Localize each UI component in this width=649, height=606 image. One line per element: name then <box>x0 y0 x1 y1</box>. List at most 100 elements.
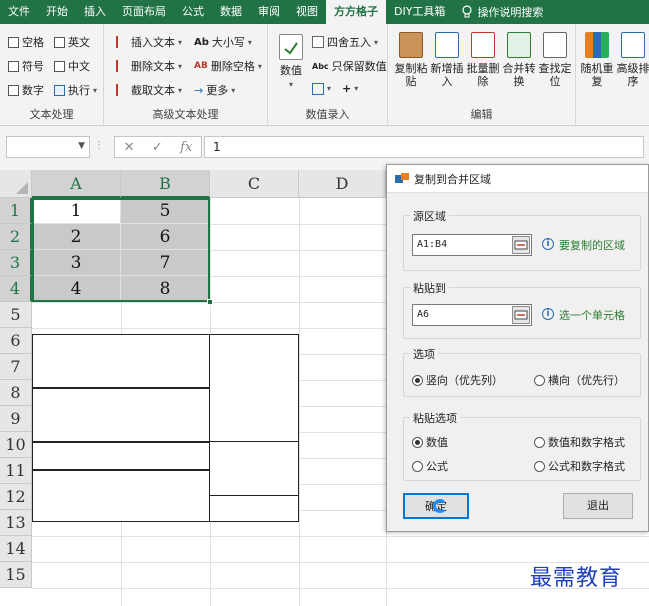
range-select-icon <box>514 310 528 320</box>
row-header-10[interactable]: 10 <box>0 432 32 458</box>
checkbox-icon <box>8 36 19 48</box>
merged-cell-a6-b7[interactable] <box>32 334 210 388</box>
column-header-c[interactable]: C <box>210 170 299 198</box>
chevron-down-icon: ▾ <box>93 85 98 95</box>
row-header-3[interactable]: 3 <box>0 250 32 276</box>
menu-formulas[interactable]: 公式 <box>174 0 212 24</box>
check-space[interactable]: 空格 <box>8 34 44 50</box>
menu-page-layout[interactable]: 页面布局 <box>114 0 174 24</box>
paste-options-legend: 粘贴选项 <box>410 410 460 426</box>
paste-to-hint: 选一个单元格 <box>559 309 625 322</box>
extract-text-button[interactable]: 截取文本 ▾ <box>116 82 182 98</box>
delete-space-button[interactable]: AB 删除空格 ▾ <box>194 58 262 74</box>
merged-cell-c6-c9[interactable] <box>209 334 299 442</box>
source-range-group: 源区域 A1:B4 i 要复制的区域 <box>403 208 641 271</box>
checkbox-icon <box>54 60 65 72</box>
delete-space-icon: AB <box>194 61 208 71</box>
radio-value[interactable]: 数值 <box>412 434 448 450</box>
dialog-app-icon <box>395 172 409 185</box>
num-extra-button[interactable]: ▾ + ▾ <box>312 82 358 95</box>
menu-diy-toolbox[interactable]: DIY工具箱 <box>386 0 453 24</box>
check-symbol[interactable]: 符号 <box>8 58 44 74</box>
row-header-14[interactable]: 14 <box>0 536 32 562</box>
tell-me-search[interactable]: 操作说明搜索 <box>453 4 551 20</box>
name-box[interactable]: ▼ <box>6 136 90 158</box>
column-header-b[interactable]: B <box>121 170 210 198</box>
more-button[interactable]: → 更多 ▾ <box>194 82 235 98</box>
select-all-corner[interactable] <box>0 170 32 198</box>
merged-cell-a8-b9[interactable] <box>32 388 210 442</box>
menu-insert[interactable]: 插入 <box>76 0 114 24</box>
execute-button[interactable]: 执行 ▾ <box>54 82 97 98</box>
numeric-icon <box>279 34 303 60</box>
keep-value-button[interactable]: Abc 只保留数值 <box>312 58 387 74</box>
paste-to-picker-button[interactable] <box>512 306 530 324</box>
formula-controls: ✕ ✓ fx <box>114 136 202 158</box>
menu-view[interactable]: 视图 <box>288 0 326 24</box>
group-label-edit: 编辑 <box>470 108 493 121</box>
merged-cell-a11-b12[interactable] <box>32 470 210 522</box>
function-icon[interactable]: fx <box>180 140 192 155</box>
source-range-picker-button[interactable] <box>512 236 530 254</box>
case-button[interactable]: Ab 大小写 ▾ <box>194 34 252 50</box>
cancel-icon[interactable]: ✕ <box>124 140 135 155</box>
check-chinese[interactable]: 中文 <box>54 58 90 74</box>
row-header-1[interactable]: 1 <box>0 198 32 224</box>
menu-fangfanggezi[interactable]: 方方格子 <box>326 0 386 24</box>
insert-new-button[interactable]: 新增插入 <box>430 32 464 88</box>
radio-horizontal[interactable]: 横向（优先行） <box>534 372 625 388</box>
random-repeat-button[interactable]: 随机重复 <box>580 32 614 88</box>
checkbox-icon <box>54 36 65 48</box>
options-legend: 选项 <box>410 346 438 362</box>
dialog-titlebar[interactable]: 复制到合并区域 <box>387 165 648 193</box>
exit-button[interactable]: 退出 <box>563 493 633 519</box>
row-header-4[interactable]: 4 <box>0 276 32 302</box>
row-header-2[interactable]: 2 <box>0 224 32 250</box>
paste-options-group: 粘贴选项 数值 数值和数字格式 公式 公式和数字格式 <box>403 410 641 481</box>
merged-cell-c10-c11[interactable] <box>209 441 299 496</box>
menu-review[interactable]: 审阅 <box>250 0 288 24</box>
find-locate-button[interactable]: 查找定位 <box>538 32 572 88</box>
row-header-13[interactable]: 13 <box>0 510 32 536</box>
check-english[interactable]: 英文 <box>54 34 90 50</box>
confirm-icon[interactable]: ✓ <box>152 140 163 155</box>
menu-data[interactable]: 数据 <box>212 0 250 24</box>
source-range-hint: 要复制的区域 <box>559 239 625 252</box>
row-header-8[interactable]: 8 <box>0 380 32 406</box>
merged-cell-a10-b10[interactable] <box>32 442 210 470</box>
row-header-6[interactable]: 6 <box>0 328 32 354</box>
numeric-button[interactable]: 数值 ▾ <box>274 34 308 91</box>
row-header-12[interactable]: 12 <box>0 484 32 510</box>
row-header-5[interactable]: 5 <box>0 302 32 328</box>
formula-input[interactable]: 1 <box>204 136 644 158</box>
row-header-9[interactable]: 9 <box>0 406 32 432</box>
fill-handle[interactable] <box>207 299 213 305</box>
insert-text-button[interactable]: 插入文本 ▾ <box>116 34 182 50</box>
copy-paste-button[interactable]: 复制粘贴 <box>394 32 428 88</box>
column-header-a[interactable]: A <box>32 170 121 198</box>
menu-file[interactable]: 文件 <box>0 0 38 24</box>
radio-checked-icon <box>412 374 423 386</box>
busy-cursor-icon <box>433 499 447 513</box>
round-button[interactable]: 四舍五入 ▾ <box>312 34 378 50</box>
merge-convert-button[interactable]: 合并转换 <box>502 32 536 88</box>
case-icon: Ab <box>194 36 209 48</box>
row-header-15[interactable]: 15 <box>0 562 32 588</box>
splitter-dots[interactable]: ⋮ <box>94 140 104 151</box>
menu-home[interactable]: 开始 <box>38 0 76 24</box>
clipboard-icon <box>399 32 423 58</box>
check-number[interactable]: 数字 <box>8 82 44 98</box>
row-header-7[interactable]: 7 <box>0 354 32 380</box>
delete-text-button[interactable]: 删除文本 ▾ <box>116 58 182 74</box>
radio-value-number-format[interactable]: 数值和数字格式 <box>534 434 625 450</box>
merged-cell-c12[interactable] <box>209 495 299 522</box>
radio-formula-number-format[interactable]: 公式和数字格式 <box>534 458 625 474</box>
execute-icon <box>54 84 65 96</box>
row-header-11[interactable]: 11 <box>0 458 32 484</box>
radio-vertical[interactable]: 竖向（优先列） <box>412 372 503 388</box>
advanced-sort-button[interactable]: 高级排序 <box>616 32 649 88</box>
range-select-icon <box>514 240 528 250</box>
radio-formula[interactable]: 公式 <box>412 458 448 474</box>
column-header-d[interactable]: D <box>299 170 386 198</box>
batch-delete-button[interactable]: 批量删除 <box>466 32 500 88</box>
